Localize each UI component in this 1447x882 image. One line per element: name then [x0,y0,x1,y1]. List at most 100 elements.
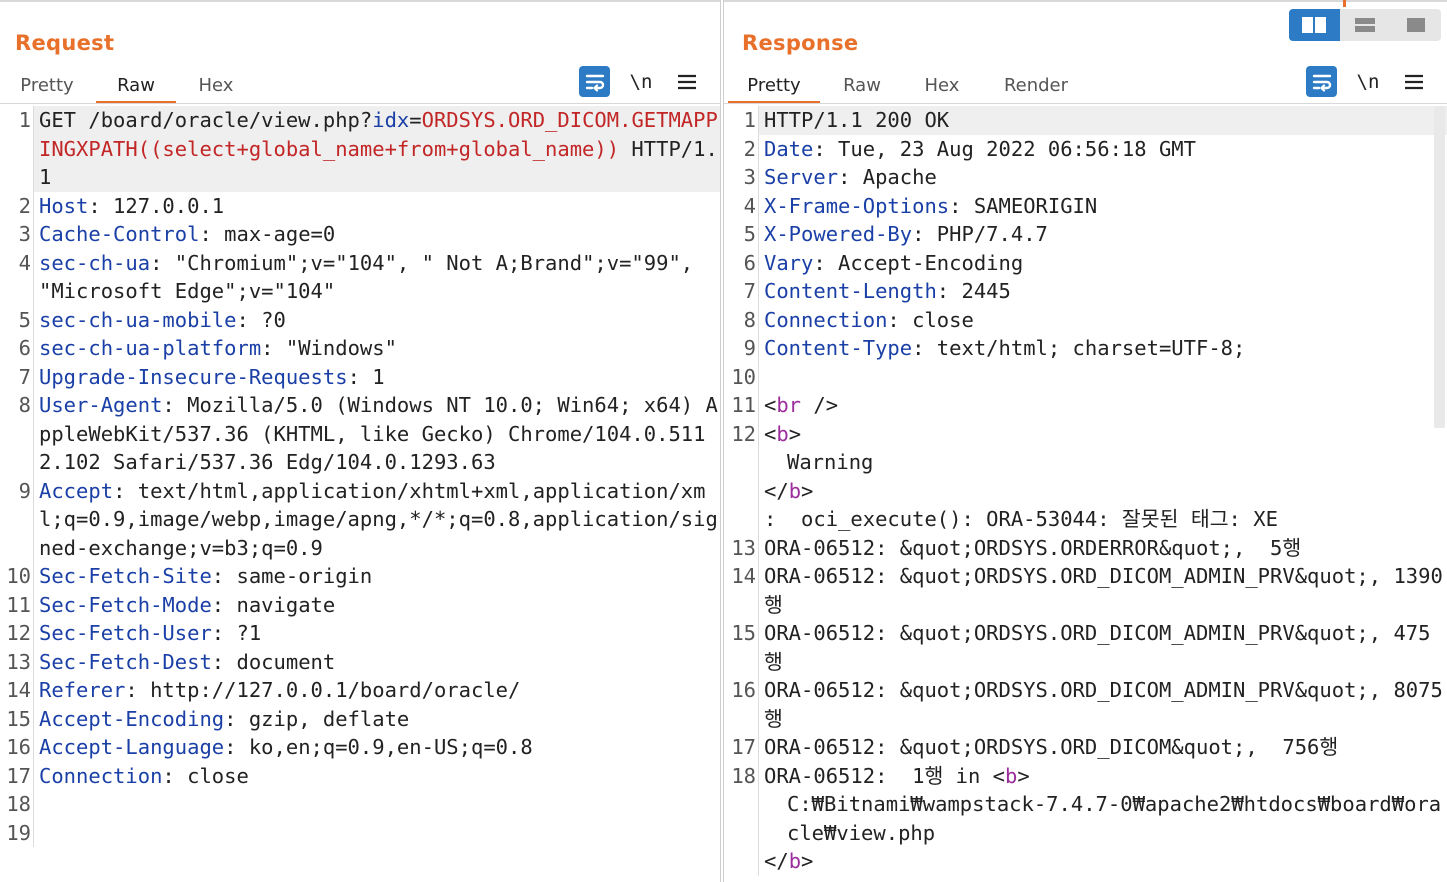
code-token: : close [162,763,249,788]
split-rows-icon [1355,18,1375,32]
line-number: 12 [731,421,756,446]
tab-raw[interactable]: Raw [96,68,176,104]
line-number: 5 [18,307,31,332]
header-name: Referer [39,678,126,702]
tab-render[interactable]: Render [988,68,1084,104]
header-name: Host [39,193,89,218]
tab-pretty[interactable]: Pretty [8,68,86,104]
header-name: Connection [764,307,888,332]
header-name: Sec-Fetch-User [39,621,212,645]
code-text: Upgrade-Insecure-Requests: 1 [33,362,720,391]
response-pane: Response Pretty Raw Hex Render \n 1 HTTP/… [723,0,1447,882]
tab-pretty[interactable]: Pretty [728,68,820,104]
header-name: Accept-Language [39,735,225,759]
wrap-lines-button[interactable] [579,66,610,97]
code-line: 13 ORA-06512: &quot;ORDSYS.ORDERROR&quot;… [724,533,1447,562]
newline-toggle-button[interactable]: \n [1353,66,1383,98]
options-menu-button[interactable] [675,66,699,98]
code-token: : ko,en;q=0.9,en-US;q=0.8 [224,735,533,759]
line-number: 3 [18,222,31,246]
line-number: 6 [743,250,756,275]
line-number: 4 [743,193,756,218]
line-number: 8 [743,307,756,332]
code-line: 9 Accept: text/html,application/xhtml+xml… [0,476,720,562]
code-text: Cache-Control: max-age=0 [33,220,720,249]
code-token: C:₩Bitnami₩wampstack-7.4.7-0₩apache2₩htd… [787,792,1442,845]
tab-raw[interactable]: Raw [828,68,896,104]
line-number: 10 [731,364,756,389]
line-number: 11 [6,592,31,617]
response-editor[interactable]: 1 HTTP/1.1 200 OK 2 Date: Tue, 23 Aug 2022 … [724,106,1447,882]
wrap-lines-button[interactable] [1306,66,1337,97]
code-line: 7 Content-Length: 2445 [724,277,1447,306]
header-name: Content-Type [764,336,913,360]
header-name: X-Frame-Options [764,193,950,218]
code-line: 8 User-Agent: Mozilla/5.0 (Windows NT 10.… [0,391,720,477]
code-text: Accept-Encoding: gzip, deflate [33,704,720,733]
header-name: sec-ch-ua-platform [39,336,262,360]
code-token: </ [764,478,789,503]
request-editor[interactable]: 1 GET /board/oracle/view.php?idx=ORDSYS.O… [0,106,720,882]
code-text [758,362,1447,391]
split-columns-icon [1302,17,1327,33]
header-name: Sec-Fetch-Site [39,564,212,588]
layout-toggle [1289,9,1441,41]
layout-single-pane-button[interactable] [1390,9,1441,41]
code-token: : ?1 [211,621,262,645]
html-tag-name: b [776,421,789,446]
line-number: 12 [6,621,31,645]
layout-split-vertical-button[interactable] [1340,9,1391,41]
html-tag-name: b [788,478,802,503]
code-line: 5 X-Powered-By: PHP/7.4.7 [724,220,1447,249]
code-text: HTTP/1.1 200 OK [758,106,1447,135]
html-tag-name: b [1005,763,1018,788]
code-text [33,790,720,819]
code-text: Accept: text/html,application/xhtml+xml,… [33,476,720,562]
code-token: : Tue, 23 Aug 2022 06:56:18 GMT [813,136,1196,161]
code-token: > [801,478,814,503]
code-line: 14 ORA-06512: &quot;ORDSYS.ORD_DICOM_ADMI… [724,562,1447,619]
line-number [724,790,758,847]
code-token: ORA-06512: 1행 in < [764,763,1006,788]
line-number: 1 [18,108,31,132]
line-number [724,847,758,876]
code-text: <br /> [758,391,1447,420]
code-text: Vary: Accept-Encoding [758,248,1447,277]
tab-hex[interactable]: Hex [186,68,246,104]
code-line: 7 Upgrade-Insecure-Requests: 1 [0,362,720,391]
line-number: 3 [743,165,756,189]
header-name: idx [372,108,410,132]
line-number: 6 [18,336,31,360]
line-number: 18 [731,763,756,788]
code-token: > [1017,763,1030,788]
vertical-scrollbar[interactable] [1434,106,1445,428]
header-name: Upgrade-Insecure-Requests [39,364,348,389]
code-text: Date: Tue, 23 Aug 2022 06:56:18 GMT [758,134,1447,163]
code-line: 1 GET /board/oracle/view.php?idx=ORDSYS.O… [0,106,720,192]
line-number [724,477,758,506]
code-token: : ?0 [236,307,286,332]
wrap-lines-icon [585,74,604,92]
code-line: C:₩Bitnami₩wampstack-7.4.7-0₩apache2₩htd… [724,790,1447,847]
header-name: sec-ch-ua-mobile [39,307,237,332]
header-name: Date [764,136,814,161]
code-token: : close [887,307,974,332]
options-menu-button[interactable] [1402,66,1426,98]
line-number: 11 [731,393,756,417]
code-token: < [764,421,777,446]
line-number: 17 [6,763,31,788]
wrap-lines-icon [1312,74,1331,92]
code-line: 15 Accept-Encoding: gzip, deflate [0,704,720,733]
code-token: ORA-06512: &quot;ORDSYS.ORDERROR&quot;, … [764,535,1302,560]
code-line: 17 ORA-06512: &quot;ORDSYS.ORD_DICOM&quot… [724,733,1447,762]
tab-hex[interactable]: Hex [912,68,972,104]
newline-toggle-button[interactable]: \n [626,66,656,98]
layout-split-horizontal-button[interactable] [1289,9,1340,41]
code-line: 10 [724,362,1447,391]
code-line: 9 Content-Type: text/html; charset=UTF-8; [724,334,1447,363]
header-name: Sec-Fetch-Mode [39,592,212,617]
code-line: 4 X-Frame-Options: SAMEORIGIN [724,191,1447,220]
code-token: : document [211,649,336,674]
header-name: Accept [39,478,114,503]
code-token: : oci_execute(): ORA-53044: 잘못된 태그: XE [764,507,1278,531]
